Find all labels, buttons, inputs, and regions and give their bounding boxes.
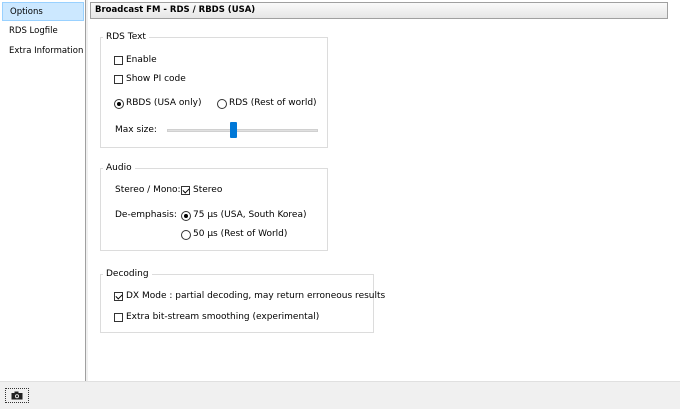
enable-label[interactable]: Enable: [126, 55, 157, 66]
bitstream-smoothing-checkbox[interactable]: [114, 313, 123, 322]
max-size-label: Max size:: [115, 125, 157, 135]
rds-text-group-title: RDS Text: [103, 32, 149, 42]
max-size-slider-track[interactable]: [167, 129, 318, 132]
sidebar-item-rds-logfile[interactable]: RDS Logfile: [2, 22, 84, 41]
rds-label[interactable]: RDS (Rest of world): [229, 98, 317, 109]
rds-radio[interactable]: [217, 99, 227, 109]
deemphasis-label: De-emphasis:: [115, 210, 177, 220]
show-pi-code-label[interactable]: Show PI code: [126, 74, 186, 85]
bitstream-smoothing-label[interactable]: Extra bit-stream smoothing (experimental…: [126, 312, 319, 323]
sidebar-item-extra-information[interactable]: Extra Information: [2, 42, 84, 61]
screenshot-button[interactable]: [5, 388, 29, 403]
sidebar-item-label: Extra Information: [9, 46, 84, 56]
bottom-bar: [0, 381, 680, 409]
decoding-group: [100, 274, 374, 333]
rbds-radio[interactable]: [114, 99, 124, 109]
rbds-label[interactable]: RBDS (USA only): [126, 98, 201, 109]
show-pi-code-checkbox[interactable]: [114, 75, 123, 84]
enable-checkbox[interactable]: [114, 56, 123, 65]
stereo-mono-label: Stereo / Mono:: [115, 185, 181, 195]
deemphasis-75-radio[interactable]: [181, 211, 191, 221]
audio-group-title: Audio: [103, 163, 135, 173]
sidebar-item-label: Options: [10, 7, 43, 17]
dx-mode-label[interactable]: DX Mode : partial decoding, may return e…: [126, 291, 385, 302]
panel-header: Broadcast FM - RDS / RBDS (USA): [90, 2, 668, 19]
deemphasis-75-label[interactable]: 75 µs (USA, South Korea): [193, 210, 307, 221]
deemphasis-50-label[interactable]: 50 µs (Rest of World): [193, 229, 287, 240]
deemphasis-50-radio[interactable]: [181, 230, 191, 240]
stereo-checkbox[interactable]: [181, 186, 190, 195]
sidebar: Options RDS Logfile Extra Information: [0, 0, 86, 381]
sidebar-item-label: RDS Logfile: [9, 26, 58, 36]
decoding-group-title: Decoding: [103, 269, 152, 279]
max-size-slider-thumb[interactable]: [230, 122, 238, 138]
dx-mode-checkbox[interactable]: [114, 292, 123, 301]
stereo-label[interactable]: Stereo: [193, 185, 222, 196]
camera-icon: [11, 391, 23, 400]
sidebar-item-options[interactable]: Options: [2, 2, 84, 21]
